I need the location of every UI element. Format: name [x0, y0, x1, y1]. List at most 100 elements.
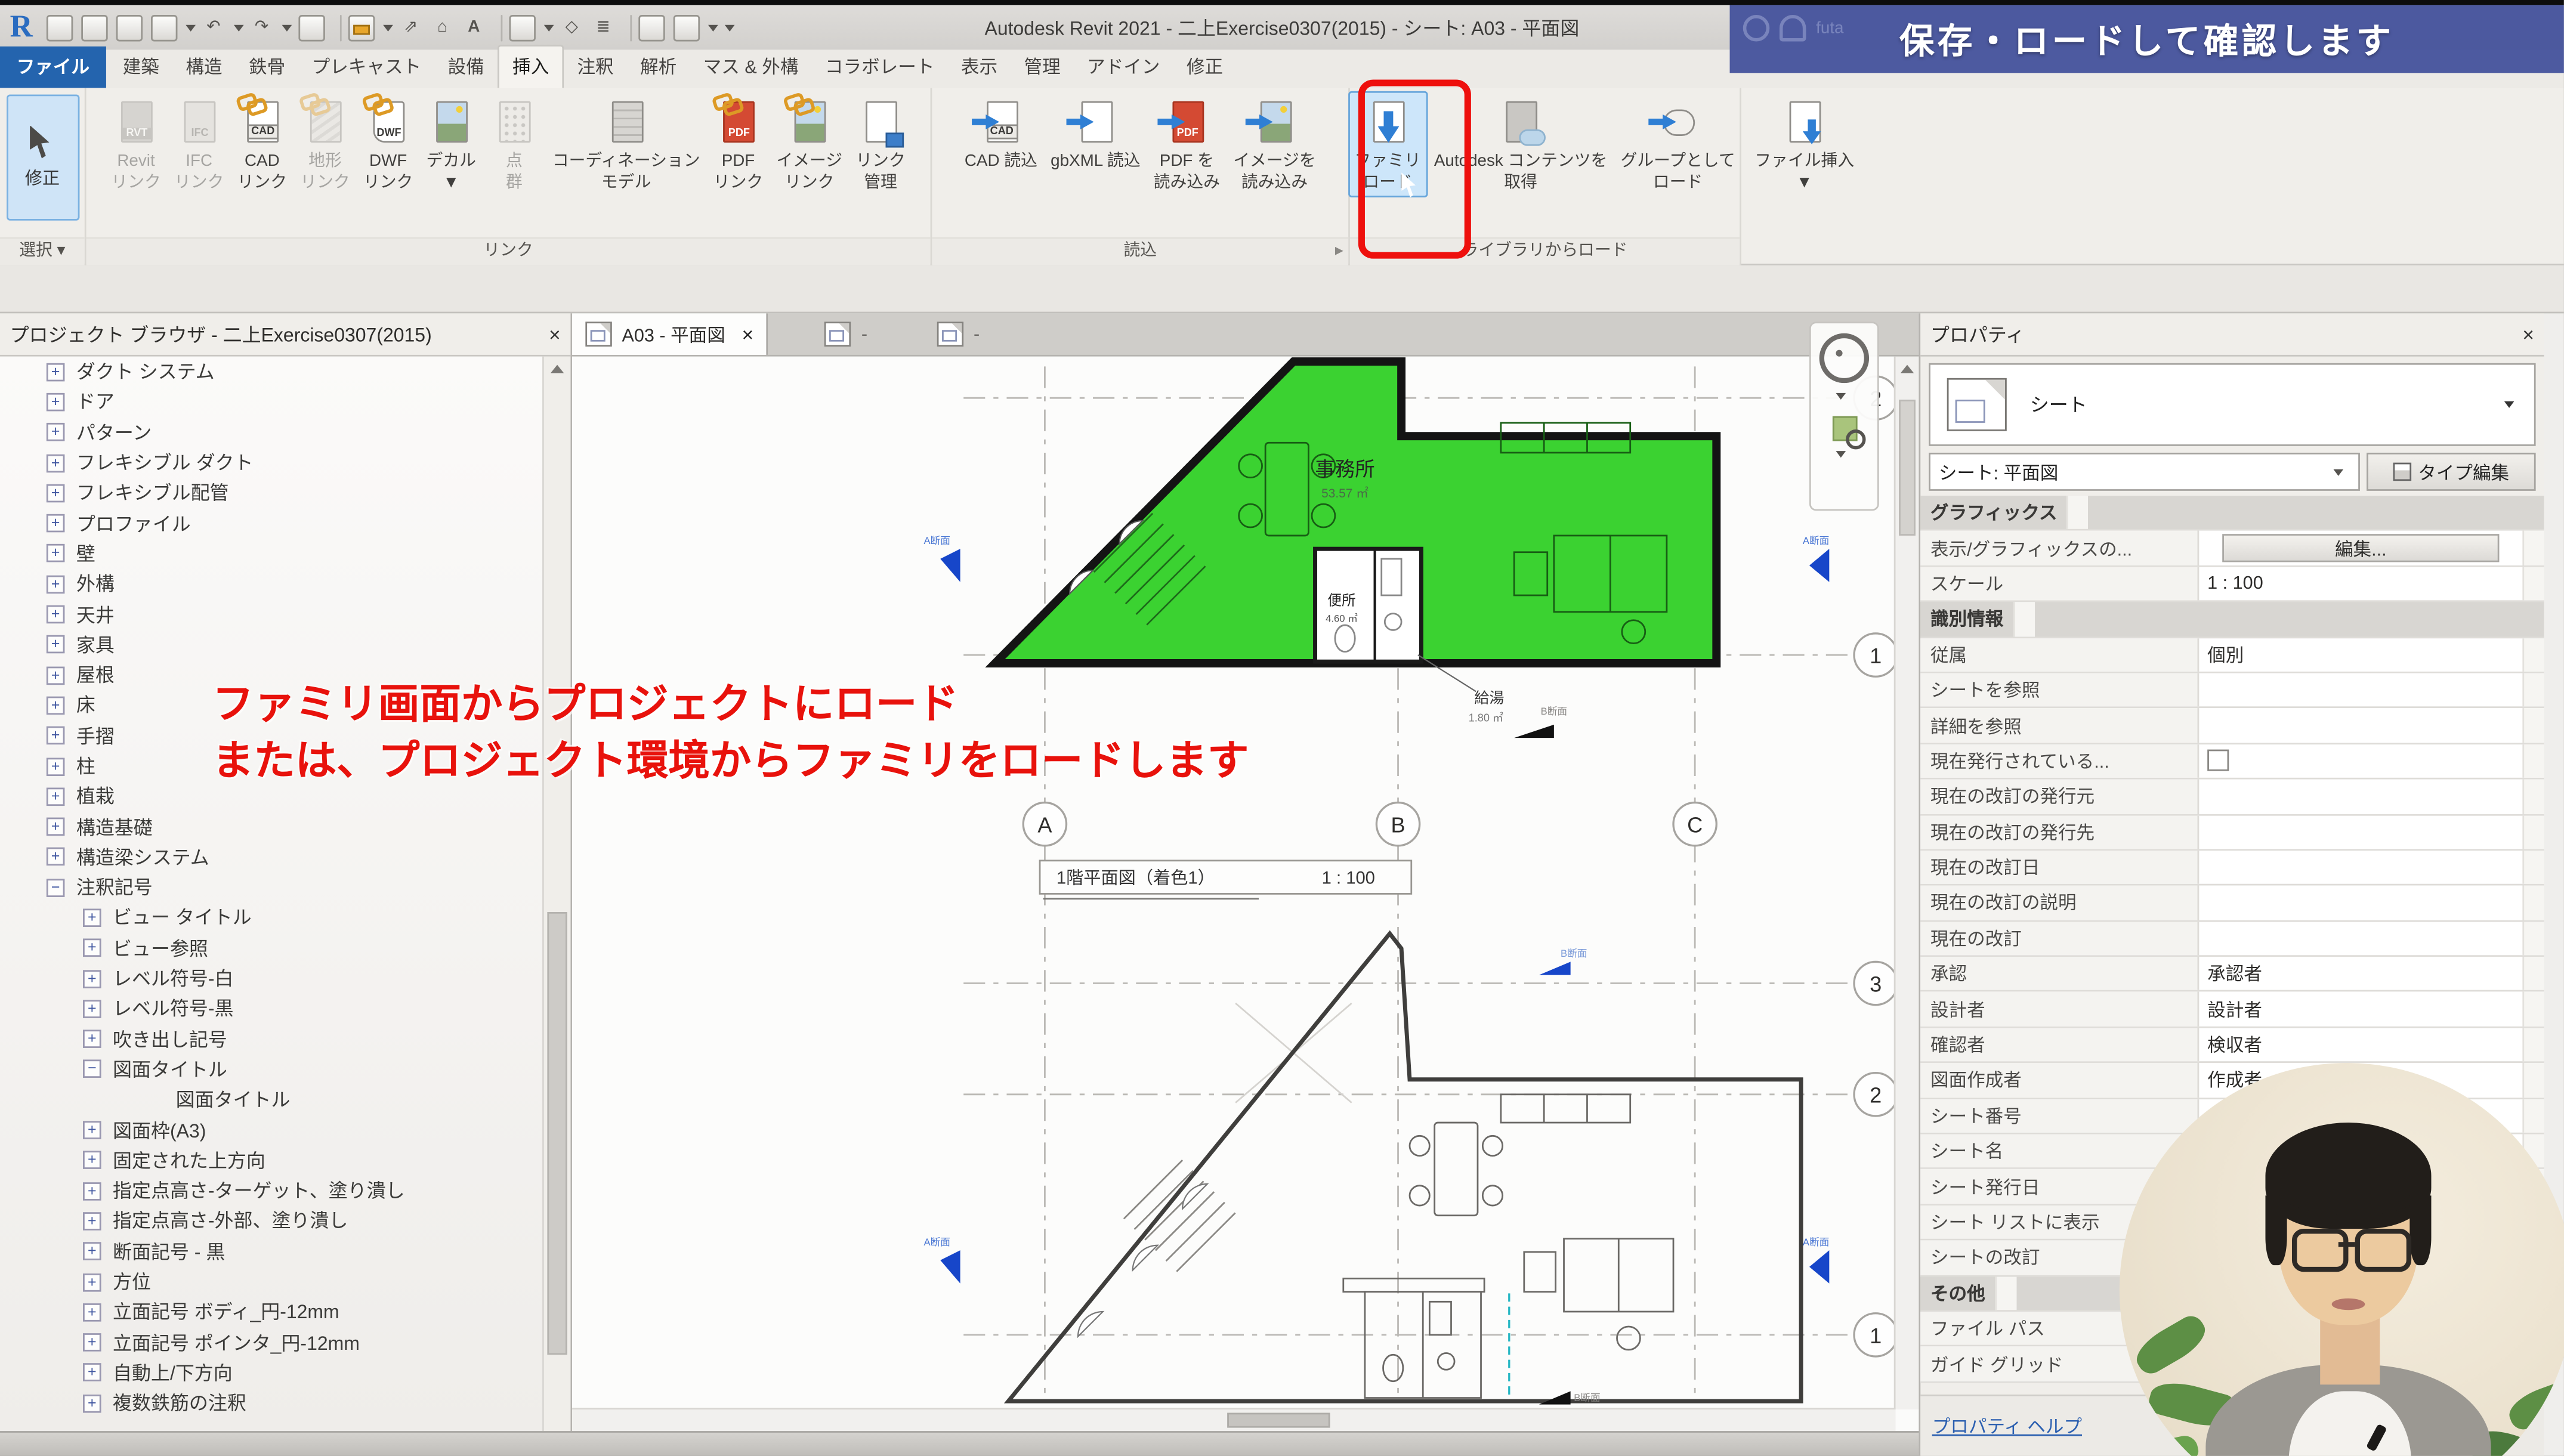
- undo-dropdown-icon[interactable]: [233, 24, 243, 30]
- view-tab[interactable]: A03 - 平面図: [572, 313, 768, 355]
- tree-expand-icon[interactable]: +: [47, 363, 65, 381]
- modify-button[interactable]: 修正: [6, 94, 79, 220]
- property-row[interactable]: 承認 承認者: [1920, 957, 2544, 992]
- ribbon-button[interactable]: グループとして ロード: [1614, 91, 1741, 197]
- close-icon[interactable]: ×: [549, 323, 561, 346]
- tree-item[interactable]: + 方位: [0, 1267, 544, 1297]
- tree-expand-icon[interactable]: +: [83, 1242, 101, 1261]
- ribbon-tab[interactable]: マス & 外構: [690, 47, 811, 88]
- wheel-dropdown-icon[interactable]: [1836, 393, 1846, 400]
- views-icon[interactable]: [46, 14, 72, 41]
- tree-item[interactable]: + 立面記号 ボディ_円-12mm: [0, 1297, 544, 1328]
- 3d-view-dropdown-icon[interactable]: [543, 24, 554, 30]
- tree-expand-icon[interactable]: +: [83, 1364, 101, 1382]
- tree-expand-icon[interactable]: −: [83, 1061, 101, 1079]
- ribbon-tab[interactable]: 建築: [109, 47, 172, 88]
- tree-item[interactable]: + 指定点高さ-ターゲット、塗り潰し: [0, 1176, 544, 1206]
- close-hidden-windows-icon[interactable]: [638, 14, 665, 41]
- property-row[interactable]: グラフィックス: [1920, 496, 2544, 531]
- steering-wheel-icon[interactable]: [1819, 333, 1869, 383]
- property-row[interactable]: 従属 個別: [1920, 638, 2544, 673]
- ribbon-tab[interactable]: 解析: [627, 47, 690, 88]
- tree-expand-icon[interactable]: +: [47, 605, 65, 624]
- tree-expand-icon[interactable]: +: [47, 818, 65, 836]
- ribbon-tab[interactable]: 設備: [434, 47, 498, 88]
- sync-icon[interactable]: [150, 14, 177, 41]
- lower-floor-plan[interactable]: [1008, 933, 1801, 1401]
- measure-icon[interactable]: [348, 14, 374, 41]
- tree-expand-icon[interactable]: +: [83, 1303, 101, 1322]
- property-row[interactable]: 現在の改訂の発行元: [1920, 780, 2544, 815]
- save-icon[interactable]: [116, 14, 142, 41]
- property-row[interactable]: 詳細を参照: [1920, 709, 2544, 744]
- ribbon-button[interactable]: 地形 リンク: [294, 91, 357, 197]
- canvas-horizontal-scrollbar[interactable]: [572, 1408, 1895, 1431]
- tree-item[interactable]: + フレキシブル ダクト: [0, 447, 544, 478]
- ribbon-button[interactable]: gbXML 読込: [1044, 91, 1147, 197]
- tree-item[interactable]: + 壁: [0, 539, 544, 569]
- tree-item[interactable]: + ビュー タイトル: [0, 902, 544, 933]
- section-icon[interactable]: ◇: [560, 16, 583, 39]
- property-row[interactable]: スケール 1 : 100: [1920, 567, 2544, 602]
- tree-expand-icon[interactable]: +: [47, 545, 65, 563]
- navigation-bar[interactable]: [1809, 322, 1879, 511]
- tree-expand-icon[interactable]: +: [83, 969, 101, 988]
- tree-item[interactable]: + 外構: [0, 569, 544, 599]
- tree-expand-icon[interactable]: +: [83, 1121, 101, 1139]
- tree-expand-icon[interactable]: +: [47, 393, 65, 412]
- tree-item[interactable]: + レベル符号-白: [0, 963, 544, 994]
- tree-expand-icon[interactable]: +: [47, 757, 65, 775]
- close-icon[interactable]: ×: [2522, 323, 2534, 346]
- tree-item[interactable]: − 図面タイトル: [0, 1055, 544, 1085]
- tree-item[interactable]: + 吹き出し記号: [0, 1024, 544, 1055]
- switch-windows-dropdown-icon[interactable]: [708, 24, 718, 30]
- redo-icon[interactable]: ↷: [250, 16, 273, 39]
- tree-item[interactable]: + 固定された上方向: [0, 1145, 544, 1176]
- tree-item[interactable]: + ドア: [0, 387, 544, 418]
- tree-expand-icon[interactable]: +: [47, 514, 65, 533]
- tree-item[interactable]: + ビュー参照: [0, 933, 544, 963]
- tree-expand-icon[interactable]: +: [83, 1394, 101, 1412]
- tree-expand-icon[interactable]: +: [83, 1212, 101, 1231]
- instance-selector[interactable]: シート: 平面図: [1929, 453, 2360, 491]
- edit-type-button[interactable]: タイプ編集: [2367, 453, 2536, 491]
- view-title-block[interactable]: 1階平面図（着色1） 1 : 100: [1040, 861, 1411, 899]
- ribbon-button[interactable]: イメージを 読み込み: [1227, 91, 1323, 197]
- scroll-up-icon[interactable]: [1901, 365, 1914, 373]
- tree-item[interactable]: + 天井: [0, 599, 544, 630]
- tree-expand-icon[interactable]: +: [47, 575, 65, 593]
- ribbon-button[interactable]: CAD 読込: [958, 91, 1044, 197]
- tree-item[interactable]: + パターン: [0, 417, 544, 447]
- project-browser-header[interactable]: プロジェクト ブラウザ - 二上Exercise0307(2015) ×: [0, 313, 570, 356]
- tree-item[interactable]: 図面タイトル: [0, 1084, 544, 1115]
- ribbon-button[interactable]: イメージ リンク: [770, 91, 849, 197]
- ribbon-button[interactable]: CAD リンク: [231, 91, 294, 197]
- properties-help-link[interactable]: プロパティ ヘルプ: [1932, 1413, 2082, 1439]
- scrollbar-thumb[interactable]: [1227, 1413, 1330, 1428]
- property-row[interactable]: 現在の改訂の発行先: [1920, 815, 2544, 850]
- ribbon-button[interactable]: ファイル挿入 ▼: [1748, 91, 1861, 197]
- property-row[interactable]: 表示/グラフィックスの... 編集...: [1920, 531, 2544, 567]
- tree-expand-icon[interactable]: +: [47, 666, 65, 684]
- property-row[interactable]: 識別情報: [1920, 602, 2544, 638]
- tree-expand-icon[interactable]: +: [83, 1000, 101, 1018]
- property-row[interactable]: 現在の改訂日: [1920, 851, 2544, 886]
- text-icon[interactable]: A: [462, 16, 486, 39]
- ribbon-tab[interactable]: 修正: [1173, 47, 1237, 88]
- tree-item[interactable]: + 構造基礎: [0, 812, 544, 842]
- tree-item[interactable]: + 断面記号 - 黒: [0, 1236, 544, 1267]
- tree-item[interactable]: + プロファイル: [0, 508, 544, 539]
- property-row[interactable]: 現在の改訂: [1920, 922, 2544, 957]
- tree-expand-icon[interactable]: +: [47, 696, 65, 715]
- measure-dropdown-icon[interactable]: [382, 24, 393, 30]
- aligned-dimension-icon[interactable]: ⇗: [399, 16, 422, 39]
- tree-expand-icon[interactable]: +: [83, 1030, 101, 1049]
- revit-logo-icon[interactable]: R: [10, 9, 33, 45]
- ribbon-button[interactable]: PDF を 読み込み: [1147, 91, 1227, 197]
- thin-lines-icon[interactable]: ≣: [592, 16, 615, 39]
- tree-item[interactable]: + 自動上/下方向: [0, 1358, 544, 1388]
- grid-bubbles-columns[interactable]: A B C: [1023, 803, 1716, 846]
- ribbon-button[interactable]: リンク 管理: [849, 91, 912, 197]
- tree-item[interactable]: + 図面枠(A3): [0, 1115, 544, 1145]
- tree-expand-icon[interactable]: +: [83, 1273, 101, 1291]
